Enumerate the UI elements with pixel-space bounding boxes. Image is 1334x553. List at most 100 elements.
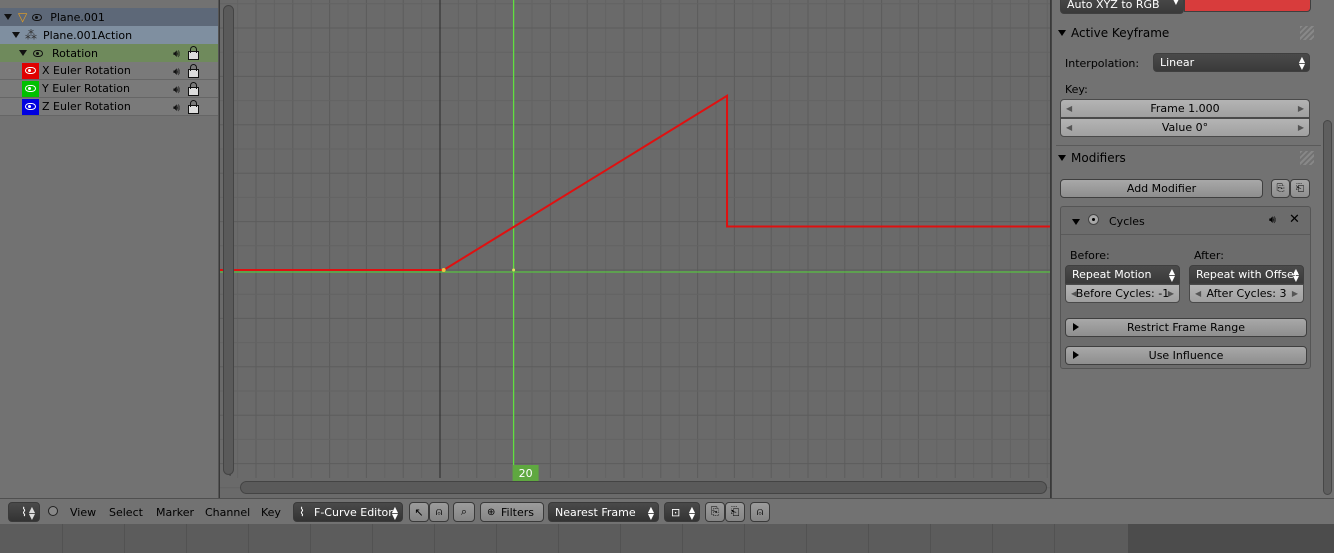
frame-field[interactable]: ◀ Frame 1.000 ▶: [1060, 99, 1310, 118]
menu-channel[interactable]: Channel: [205, 506, 250, 519]
channel-action-row[interactable]: ⁂ Plane.001Action: [0, 26, 218, 44]
modifier-delete-icon[interactable]: ✕: [1289, 212, 1300, 227]
ghost-curves-icon[interactable]: ⍝: [429, 502, 449, 522]
lock-icon[interactable]: [187, 82, 199, 96]
panel-collapse-icon[interactable]: [1058, 30, 1066, 36]
channel-label: Plane.001: [50, 10, 105, 24]
create-ghost-curves-icon[interactable]: ⍝: [750, 502, 770, 522]
speaker-icon[interactable]: 🔊︎: [173, 83, 180, 97]
expand-triangle-icon[interactable]: [19, 50, 27, 56]
strip-divider: [62, 524, 63, 553]
channel-label: X Euler Rotation: [42, 64, 131, 77]
graph-editor-canvas[interactable]: 5004003002001000-100-200-300-400-50-40-3…: [220, 0, 1050, 498]
panel-grip-icon[interactable]: [1300, 26, 1314, 40]
decrement-arrow-icon[interactable]: ◀: [1071, 289, 1077, 298]
menu-select[interactable]: Select: [109, 506, 143, 519]
color-mode-value: Auto XYZ to RGB: [1067, 0, 1160, 11]
snap-dropdown[interactable]: Nearest Frame ▲ ▼: [548, 502, 659, 522]
before-cycles-field[interactable]: ◀ Before Cycles: -1 ▶: [1065, 284, 1180, 303]
eye-icon[interactable]: [25, 85, 36, 92]
interpolation-label: Interpolation:: [1065, 57, 1140, 70]
increment-arrow-icon[interactable]: ▶: [1292, 289, 1298, 298]
after-mode-dropdown[interactable]: Repeat with Offset ▲ ▼: [1189, 265, 1304, 284]
channel-label: Plane.001Action: [43, 28, 133, 42]
filters-button[interactable]: ⊕ Filters: [480, 502, 544, 522]
filter-expand-icon: ⊕: [487, 507, 496, 518]
before-mode-value: Repeat Motion: [1072, 268, 1152, 281]
modifier-collapse-icon[interactable]: [1072, 219, 1080, 225]
mode-dropdown[interactable]: ⌇ F-Curve Editor ▲ ▼: [293, 502, 403, 522]
channel-color-swatch[interactable]: [22, 80, 39, 97]
horizontal-scrollbar[interactable]: [240, 481, 1047, 494]
modifier-toggle-icon[interactable]: [1088, 214, 1099, 225]
value-field[interactable]: ◀ Value 0° ▶: [1060, 118, 1310, 137]
dropdown-arrows-icon: ▲ ▼: [688, 505, 695, 521]
eye-icon[interactable]: [32, 13, 43, 21]
dropdown-arrows-icon: ▲ ▼: [28, 505, 35, 521]
channel-fcurve-row[interactable]: Z Euler Rotation 🔊︎: [0, 98, 218, 116]
menu-key[interactable]: Key: [261, 506, 281, 519]
speaker-icon[interactable]: 🔊︎: [173, 65, 180, 79]
lock-icon[interactable]: [187, 64, 199, 78]
channel-fcurve-row[interactable]: Y Euler Rotation 🔊︎: [0, 80, 218, 98]
panel-title: Active Keyframe: [1071, 26, 1170, 40]
panel-collapse-icon[interactable]: [1058, 155, 1066, 161]
channel-color-swatch[interactable]: [22, 62, 39, 79]
editor-type-icon[interactable]: ⌇ ▲ ▼: [8, 502, 40, 522]
frame-value: Frame 1.000: [1150, 102, 1220, 115]
channel-label: Z Euler Rotation: [42, 100, 131, 113]
eye-icon[interactable]: [25, 103, 36, 110]
expand-triangle-icon[interactable]: [12, 32, 20, 38]
channel-fcurve-row[interactable]: X Euler Rotation 🔊︎: [0, 62, 218, 80]
use-influence-label: Use Influence: [1148, 349, 1224, 362]
fcurve-x-euler-rotation: [220, 93, 1050, 271]
pivot-dropdown[interactable]: ⊡ ▲ ▼: [664, 502, 700, 522]
header-collapse-icon[interactable]: [48, 506, 58, 516]
eye-icon[interactable]: [33, 49, 43, 57]
color-swatch[interactable]: [1184, 0, 1311, 12]
copy-modifiers-icon[interactable]: ⎘: [1271, 179, 1290, 198]
channel-object-row[interactable]: ▽ Plane.001: [0, 8, 218, 26]
color-mode-dropdown[interactable]: Auto XYZ to RGB ▼: [1060, 0, 1184, 14]
menu-view[interactable]: View: [70, 506, 96, 519]
eye-icon[interactable]: [25, 67, 36, 74]
decrement-arrow-icon[interactable]: ◀: [1066, 123, 1072, 132]
fcurve-graph[interactable]: 5004003002001000-100-200-300-400-50-40-3…: [220, 0, 1050, 498]
use-influence-button[interactable]: Use Influence: [1065, 346, 1307, 365]
expand-triangle-icon: [1073, 323, 1079, 331]
before-cycles-value: Before Cycles: -1: [1075, 287, 1170, 300]
panel-grip-icon[interactable]: [1300, 151, 1314, 165]
lock-icon[interactable]: [187, 100, 199, 114]
restrict-frame-range-button[interactable]: Restrict Frame Range: [1065, 318, 1307, 337]
copy-keyframes-icon[interactable]: ⎘: [705, 502, 725, 522]
expand-triangle-icon[interactable]: [4, 14, 12, 20]
action-icon: ⁂: [25, 28, 37, 42]
current-frame-label: 20: [519, 467, 533, 480]
speaker-icon[interactable]: 🔊︎: [173, 101, 180, 115]
after-cycles-field[interactable]: ◀ After Cycles: 3 ▶: [1189, 284, 1304, 303]
dropdown-arrows-icon: ▲ ▼: [391, 505, 398, 521]
paste-modifiers-icon[interactable]: ⎗: [1290, 179, 1310, 198]
vertical-scrollbar[interactable]: [223, 5, 234, 475]
interpolation-dropdown[interactable]: Linear ▲ ▼: [1153, 53, 1310, 72]
menu-marker[interactable]: Marker: [156, 506, 194, 519]
add-modifier-button[interactable]: Add Modifier: [1060, 179, 1263, 198]
increment-arrow-icon[interactable]: ▶: [1298, 123, 1304, 132]
modifier-mute-speaker-icon[interactable]: 🔊︎: [1269, 213, 1276, 227]
active-keyframe-header[interactable]: Active Keyframe: [1058, 22, 1320, 44]
increment-arrow-icon[interactable]: ▶: [1168, 289, 1174, 298]
toggle-dot: [1092, 218, 1095, 221]
channel-group-row[interactable]: Rotation 🔊︎: [0, 44, 218, 62]
decrement-arrow-icon[interactable]: ◀: [1066, 104, 1072, 113]
speaker-icon[interactable]: 🔊︎: [173, 47, 180, 61]
paste-keyframes-icon[interactable]: ⎗: [725, 502, 745, 522]
search-icon[interactable]: ⌕: [453, 502, 475, 522]
lock-icon[interactable]: [187, 46, 199, 60]
modifiers-header[interactable]: Modifiers: [1058, 147, 1320, 169]
sidebar-scrollbar[interactable]: [1323, 120, 1332, 495]
before-mode-dropdown[interactable]: Repeat Motion ▲ ▼: [1065, 265, 1180, 284]
channel-color-swatch[interactable]: [22, 98, 39, 115]
only-selected-cursor-icon[interactable]: ↖: [409, 502, 429, 522]
decrement-arrow-icon[interactable]: ◀: [1195, 289, 1201, 298]
increment-arrow-icon[interactable]: ▶: [1298, 104, 1304, 113]
